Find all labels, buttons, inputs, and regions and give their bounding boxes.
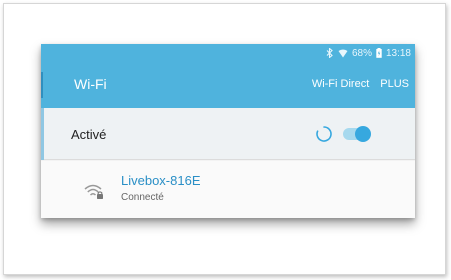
- page-title: Wi-Fi: [74, 76, 107, 92]
- more-button[interactable]: PLUS: [380, 78, 409, 90]
- app-bar-actions: Wi-Fi Direct PLUS: [312, 78, 409, 90]
- wifi-master-switch-row[interactable]: Activé: [41, 108, 415, 160]
- app-bar: Wi-Fi Wi-Fi Direct PLUS: [41, 62, 415, 108]
- row-accent: [41, 108, 44, 160]
- battery-icon: [376, 48, 382, 58]
- screenshot-frame: 68% 13:18 Wi-Fi Wi-Fi Direct PLUS Activé: [3, 3, 446, 275]
- network-list-item[interactable]: Livebox-816E Connecté: [41, 161, 415, 218]
- network-status: Connecté: [121, 192, 164, 203]
- wifi-switch-label: Activé: [71, 127, 107, 142]
- wifi-toggle[interactable]: [343, 126, 371, 142]
- app-bar-edge: [41, 72, 43, 98]
- wifi-direct-button[interactable]: Wi-Fi Direct: [312, 78, 369, 90]
- clock: 13:18: [385, 47, 411, 59]
- wifi-signal-icon: [338, 49, 348, 58]
- network-name: Livebox-816E: [121, 173, 201, 188]
- toggle-knob: [355, 126, 371, 142]
- secured-wifi-icon: [83, 183, 105, 206]
- battery-percent: 68%: [351, 47, 372, 59]
- status-bar: 68% 13:18: [41, 44, 415, 62]
- bluetooth-icon: [325, 48, 334, 58]
- wifi-settings-screen: 68% 13:18 Wi-Fi Wi-Fi Direct PLUS Activé: [41, 44, 415, 218]
- scanning-spinner-icon: [315, 125, 333, 148]
